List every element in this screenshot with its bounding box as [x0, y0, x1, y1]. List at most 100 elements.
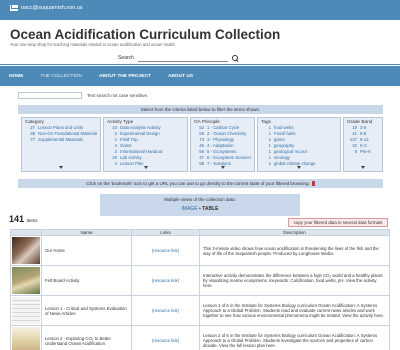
filter-option-label[interactable]: K-2: [360, 143, 367, 148]
nav-home[interactable]: HOME: [9, 74, 32, 79]
filter-oa-principle-label: OA Principle: [194, 119, 220, 124]
contact-email-text[interactable]: oacc@suquamish.nsn.us: [21, 5, 83, 11]
view-image-link[interactable]: IMAGE: [182, 206, 198, 212]
filter-option-count: 58: [199, 161, 204, 166]
table-row[interactable]: Lesson 2 - Exploring CO₂ to Better Under…: [10, 325, 390, 350]
text-search-input[interactable]: [18, 92, 82, 99]
item-count-label: Items: [26, 218, 38, 223]
filter-option-label[interactable]: 2 - Ocean Chemistry: [207, 131, 246, 136]
resource-thumbnail[interactable]: [12, 327, 40, 350]
filter-option-label[interactable]: Lesson Plan: [120, 161, 144, 166]
filter-option-label[interactable]: Informational Handout: [120, 149, 162, 154]
filter-option-label[interactable]: food webs: [274, 125, 294, 130]
filter-option-label[interactable]: Lab Activity: [120, 155, 142, 160]
filter-option-label[interactable]: geography: [274, 143, 294, 148]
views-options: IMAGE • TABLE: [100, 206, 300, 212]
bookmark-bar: Click on the 'bookmark' icon to get a UR…: [18, 179, 383, 188]
filter-grade-band-label: Grade Band: [347, 119, 373, 124]
filter-option-label[interactable]: Lesson Plans and Units: [38, 125, 83, 130]
thumbnail-cell: [10, 325, 42, 350]
filter-option-label[interactable]: Pre-K: [360, 149, 371, 154]
resource-description: Lesson 2 of 6 in the Institute for Syste…: [199, 325, 390, 350]
site-subtitle: Your one-stop shop for teaching material…: [10, 42, 175, 47]
filter-option-label[interactable]: 7 - Solutions: [207, 161, 231, 166]
filter-option-label[interactable]: global climate change: [274, 161, 316, 166]
resource-name: Our Home: [41, 235, 132, 266]
contact-email[interactable]: oacc@suquamish.nsn.us: [10, 5, 83, 11]
filter-oa-principle: OA Principle 52 1 - Carbon Cycle 59 2 - Oce…: [190, 117, 255, 172]
filter-option-count: 1: [268, 161, 271, 166]
filter-category: Category 27 Lesson Plans and Units 38 Non-O…: [21, 117, 101, 172]
filter-option[interactable]: 77 Supplemental Materials: [25, 137, 97, 143]
filter-option-label[interactable]: 1 - Carbon Cycle: [207, 125, 239, 130]
filter-option-label[interactable]: 3-5: [360, 125, 366, 130]
filter-option-label[interactable]: game: [274, 137, 285, 142]
table-row[interactable]: Felt Board Activity (resource link) Intera…: [10, 265, 390, 296]
criteria-prompt: Select from the criteria listed below to…: [18, 105, 383, 114]
filter-option-label[interactable]: geological record: [274, 149, 307, 154]
filter-tags: Tags 1 food webs 1 Fossil fuels 1 game 1 geogra…: [257, 117, 341, 172]
resource-description: Interactive activity demonstrates the di…: [199, 265, 390, 296]
filter-oa-principle-list: 52 1 - Carbon Cycle 59 2 - Ocean Chemistry 7…: [191, 125, 254, 167]
resource-name: Lesson 2 - Exploring CO₂ to Better Under…: [41, 325, 132, 350]
resource-link[interactable]: (resource link): [131, 265, 200, 296]
filter-option-count: 5: [354, 149, 357, 154]
table-row[interactable]: Our Home (resource link) This 3-minute vid…: [10, 235, 390, 266]
view-table-link[interactable]: TABLE: [202, 206, 218, 212]
search-input[interactable]: [137, 54, 228, 62]
resource-thumbnail[interactable]: [12, 297, 40, 324]
resource-name: Felt Board Activity: [41, 265, 132, 296]
filter-option-label[interactable]: Supplemental Materials: [38, 137, 83, 142]
chevron-down-icon[interactable]: [297, 166, 301, 169]
nav-about-us[interactable]: ABOUT US: [168, 74, 202, 79]
site-search: Search: [118, 54, 239, 62]
item-count-number: 141: [9, 214, 25, 224]
filter-option-count: 4: [114, 161, 117, 166]
chevron-down-icon[interactable]: [143, 166, 148, 169]
thumbnail-cell: [10, 295, 42, 326]
chevron-down-icon[interactable]: [59, 166, 63, 169]
filter-activity-type-label: Activity Type: [107, 119, 134, 124]
filter-option-label[interactable]: 5 - Ecosystems: [207, 149, 236, 154]
filter-grade-band: Grade Band 19 3-5 41 6-8 127 9-12 32 K-2 5 Pre-K: [343, 117, 383, 172]
resource-thumbnail[interactable]: [12, 237, 40, 264]
bookmark-note: Click on the 'bookmark' icon to get a UR…: [86, 181, 310, 186]
filter-option-label[interactable]: 6-8: [360, 131, 366, 136]
filter-option[interactable]: 5 Pre-K: [347, 149, 379, 155]
chevron-down-icon[interactable]: [361, 166, 365, 169]
text-search-note: Text search not case sensitive.: [87, 93, 149, 98]
filter-option-label[interactable]: Game: [120, 143, 132, 148]
nav-the-collection[interactable]: THE COLLECTION: [40, 74, 91, 79]
filter-option-label[interactable]: 6 - Ecosystem Services: [207, 155, 251, 160]
resource-link[interactable]: (resource link): [131, 235, 200, 266]
filter-category-label: Category: [25, 119, 45, 124]
filter-option-label[interactable]: 3 - Physiology: [207, 137, 234, 142]
search-icon[interactable]: [231, 54, 239, 62]
header-divider: [0, 64, 400, 65]
resource-link[interactable]: (resource link): [131, 325, 200, 350]
filter-tags-label: Tags: [261, 119, 271, 124]
nav-about-the-project[interactable]: ABOUT THE PROJECT: [99, 74, 160, 79]
filter-option-label[interactable]: Field Trip: [120, 137, 138, 142]
resource-link[interactable]: (resource link): [131, 295, 200, 326]
resource-description: Lesson 1 of 6 in the Institute for Syste…: [199, 295, 390, 326]
envelope-icon: [10, 5, 18, 11]
bookmark-icon[interactable]: [311, 181, 315, 187]
filter-tags-list: 1 food webs 1 Fossil fuels 1 game 1 geography 1 g…: [258, 125, 340, 167]
filter-option-label[interactable]: Fossil fuels: [274, 131, 296, 136]
filter-activity-type: Activity Type 10 Data Analysis Activity 2 E…: [103, 117, 188, 172]
filter-option-label[interactable]: Non-OA Foundational Materials: [38, 131, 97, 136]
thumbnail-cell: [10, 235, 42, 266]
filter-option-label[interactable]: Data Analysis Activity: [120, 125, 161, 130]
top-bar: oacc@suquamish.nsn.us: [0, 0, 400, 20]
resource-thumbnail[interactable]: [12, 267, 40, 294]
filter-grade-band-list: 19 3-5 41 6-8 127 9-12 32 K-2 5 Pre-K: [344, 125, 382, 155]
filter-option-label[interactable]: Experimental Design: [120, 131, 160, 136]
filter-option-label[interactable]: 9-12: [360, 137, 369, 142]
filter-option-label[interactable]: 4 - Adaptation: [207, 143, 234, 148]
chevron-down-icon[interactable]: [220, 166, 225, 169]
copy-data-button[interactable]: copy your filtered data in several data …: [288, 218, 388, 227]
filter-option-label[interactable]: Geology: [274, 155, 290, 160]
table-row[interactable]: Lesson 1 - Critical and Systems Evaluati…: [10, 295, 390, 326]
views-box: Multiple views of the collection data: I…: [100, 194, 300, 216]
